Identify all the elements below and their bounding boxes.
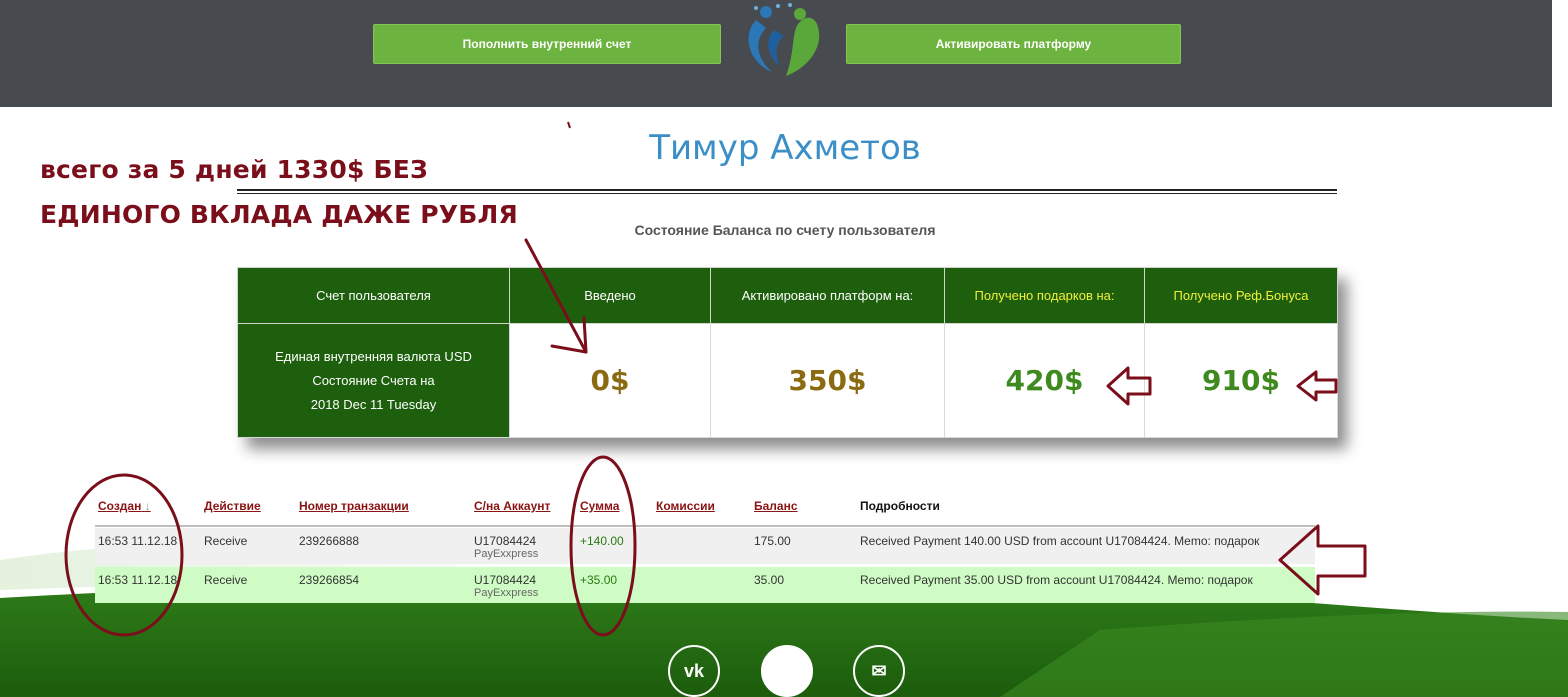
account-date: 2018 Dec 11 Tuesday	[310, 396, 437, 412]
tx-created: 16:53 11.12.18	[98, 573, 178, 587]
tx-header-account[interactable]: С/на Аккаунт	[474, 499, 550, 513]
tx-balance: 175.00	[754, 534, 791, 548]
balance-header-account: Счет пользователя	[237, 267, 510, 324]
ref-bonus-value: 910$	[1144, 323, 1338, 438]
balance-value-row: Единая внутренняя валюта USD Состояние С…	[237, 323, 1338, 438]
tx-amount: +140.00	[580, 534, 624, 548]
balance-table: Счет пользователя Введено Активировано п…	[237, 267, 1338, 438]
tx-header-created[interactable]: Создан ↓	[98, 499, 151, 513]
tx-header-amount[interactable]: Сумма	[580, 499, 619, 513]
table-row: 16:53 11.12.18 Receive 239266888 U170844…	[95, 528, 1315, 564]
balance-header-activated: Активировано платформ на:	[710, 267, 945, 324]
tx-details: Received Payment 140.00 USD from account…	[860, 534, 1260, 548]
tx-system: PayExxpress	[474, 548, 539, 560]
tx-balance: 35.00	[754, 573, 785, 587]
balance-header-row: Счет пользователя Введено Активировано п…	[237, 267, 1338, 324]
tx-action: Receive	[204, 534, 248, 548]
title-divider	[237, 189, 1337, 194]
balance-header-deposited: Введено	[509, 267, 711, 324]
account-currency: Единая внутренняя валюта USD	[275, 348, 472, 364]
tx-header-details: Подробности	[860, 499, 940, 513]
vk-icon[interactable]: vk	[668, 645, 720, 697]
tx-header-action[interactable]: Действие	[204, 499, 261, 513]
tx-number: 239266854	[299, 573, 360, 587]
balance-header-ref-bonus: Получено Реф.Бонуса	[1144, 267, 1338, 324]
header-bar: Пополнить внутренний счет Активировать п…	[0, 0, 1552, 107]
tx-action: Receive	[204, 573, 248, 587]
sort-arrow-icon[interactable]: ↓	[145, 499, 151, 513]
balance-header-gifts: Получено подарков на:	[944, 267, 1145, 324]
account-state-label: Состояние Счета на	[312, 372, 435, 388]
social-circle-icon[interactable]	[761, 645, 813, 697]
tx-account: U17084424	[474, 534, 537, 548]
tx-amount: +35.00	[580, 573, 618, 587]
top-up-button[interactable]: Пополнить внутренний счет	[373, 24, 721, 64]
page: Пополнить внутренний счет Активировать п…	[0, 0, 1568, 697]
tx-header-balance[interactable]: Баланс	[754, 499, 798, 513]
tx-header-divider	[95, 525, 1315, 527]
tx-header-txn[interactable]: Номер транзакции	[299, 499, 409, 513]
account-info-cell: Единая внутренняя валюта USD Состояние С…	[237, 323, 510, 438]
annotation-mark	[567, 121, 571, 129]
tx-system: PayExxpress	[474, 587, 539, 599]
tx-header-fee[interactable]: Комиссии	[656, 499, 715, 513]
tx-number: 239266888	[299, 534, 360, 548]
promo-text-line2: ЕДИНОГО ВКЛАДА ДАЖЕ РУБЛЯ	[40, 200, 518, 229]
deposited-value: 0$	[509, 323, 711, 438]
tx-account: U17084424	[474, 573, 537, 587]
gifts-value: 420$	[944, 323, 1145, 438]
logo-icon[interactable]	[734, 0, 834, 80]
tx-details: Received Payment 35.00 USD from account …	[860, 573, 1253, 587]
mail-icon[interactable]: ✉	[853, 645, 905, 697]
balance-subtitle: Состояние Баланса по счету пользователя	[634, 222, 936, 238]
tx-created: 16:53 11.12.18	[98, 534, 178, 548]
table-row: 16:53 11.12.18 Receive 239266854 U170844…	[95, 567, 1315, 603]
promo-text-line1: всего за 5 дней 1330$ БЕЗ	[40, 155, 428, 184]
activate-platform-button[interactable]: Активировать платформу	[846, 24, 1181, 64]
page-title: Тимур Ахметов	[649, 128, 921, 168]
activated-value: 350$	[710, 323, 945, 438]
